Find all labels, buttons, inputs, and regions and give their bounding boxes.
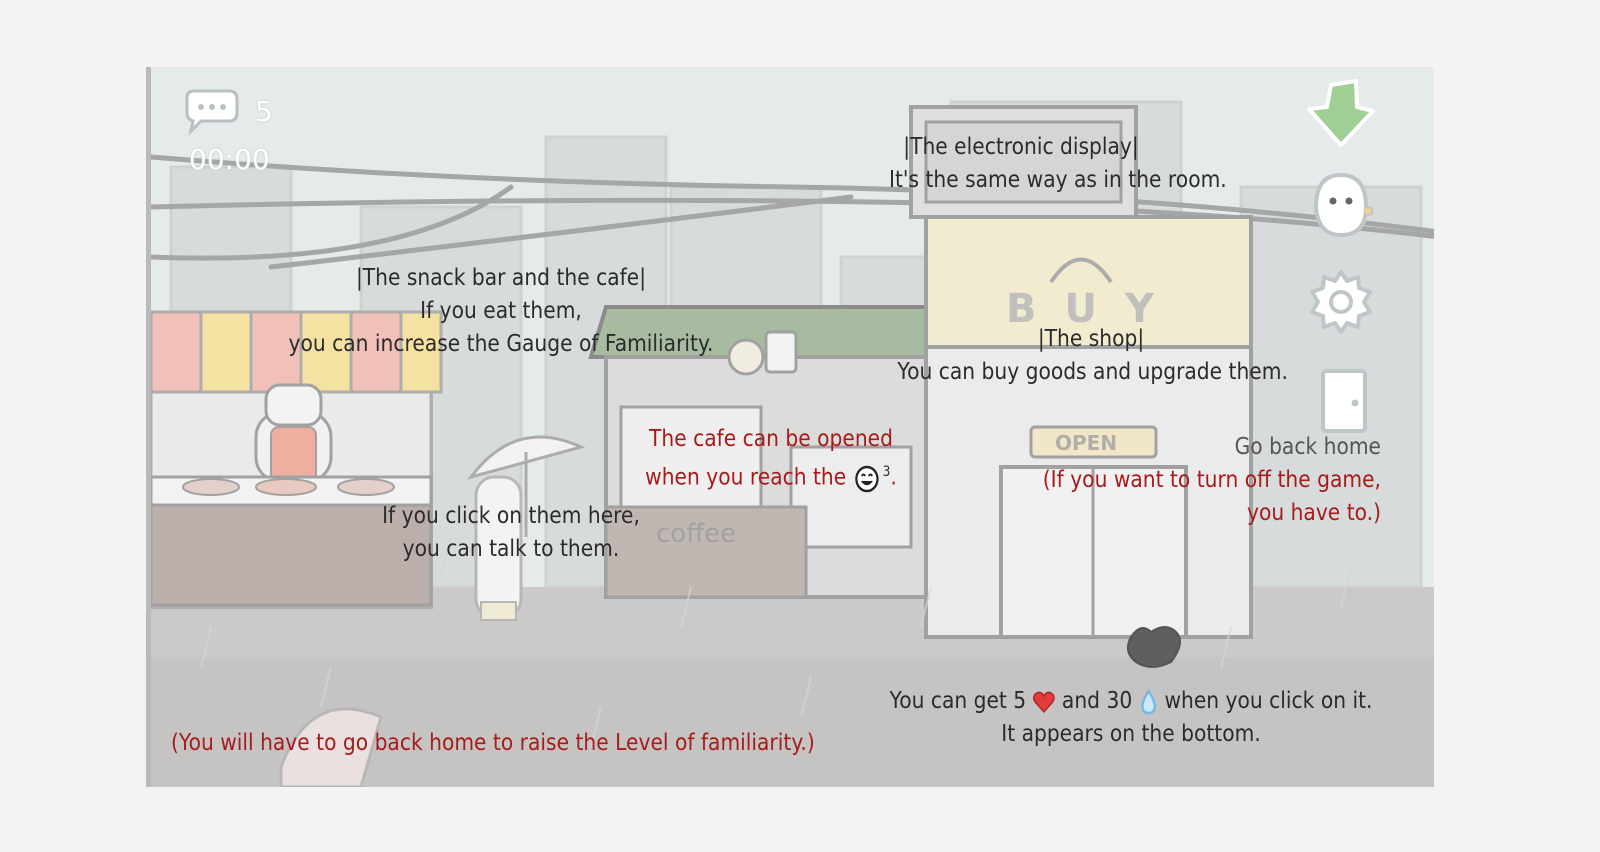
game-screen: coffee BUY OPEN 5 00:00 |The electronic …: [146, 67, 1434, 787]
tip-go-home-title: Go back home: [1234, 434, 1381, 460]
tip-electronic-display-line1: It's the same way as in the room.: [889, 167, 1227, 193]
tip-cafe: The cafe can be opened when you reach th…: [639, 423, 903, 495]
smiley-face-icon: [855, 465, 879, 493]
tip-talk-line2: you can talk to them.: [402, 536, 620, 562]
tip-cafe-line1: The cafe can be opened: [649, 426, 893, 452]
tip-go-home-line2: you have to.): [1246, 500, 1381, 526]
go-home-button[interactable]: [1319, 367, 1369, 437]
ghost-profile-icon: [1313, 172, 1374, 238]
settings-button[interactable]: [1306, 267, 1376, 337]
heart-icon: [1033, 691, 1055, 713]
tip-go-home: Go back home (If you want to turn off th…: [1029, 431, 1381, 530]
tip-snack-bar-title: |The snack bar and the cafe|: [355, 265, 647, 291]
tip-snack-bar: |The snack bar and the cafe| If you eat …: [272, 262, 730, 361]
tip-shop-title: |The shop|: [1037, 326, 1145, 352]
tip-trash-bag-middle: and 30: [1061, 688, 1133, 714]
tip-talk-line1: If you click on them here,: [382, 503, 640, 529]
tip-shop-line1: You can buy goods and upgrade them.: [897, 359, 1288, 385]
tip-trash-bag-line2: It appears on the bottom.: [1001, 721, 1261, 747]
tip-level-text: (You will have to go back home to raise …: [171, 730, 815, 756]
message-count: 5: [255, 95, 273, 128]
door-icon: [1321, 369, 1367, 433]
tip-level: (You will have to go back home to raise …: [171, 727, 840, 760]
tip-shop: |The shop| You can buy goods and upgrade…: [897, 323, 1288, 389]
tip-cafe-line2: when you reach the: [645, 464, 847, 491]
trash-bag[interactable]: [1123, 619, 1189, 675]
tip-electronic-display-title: |The electronic display|: [903, 134, 1139, 160]
water-drop-icon: [1141, 688, 1156, 714]
electronic-display-button[interactable]: [1301, 77, 1381, 152]
gear-icon: [1310, 270, 1372, 334]
tip-snack-bar-line1: If you eat them,: [420, 298, 582, 324]
tip-electronic-display: |The electronic display| It's the same w…: [889, 131, 1227, 197]
profile-button[interactable]: [1306, 167, 1376, 242]
speech-bubble-icon: [185, 89, 239, 136]
tip-cafe-superscript: 3: [882, 464, 891, 480]
tip-trash-bag-suffix: when you click on it.: [1164, 688, 1373, 714]
tip-talk: If you click on them here, you can talk …: [361, 500, 660, 566]
green-down-arrow-icon: [1307, 79, 1375, 147]
shop[interactable]: [926, 217, 1251, 637]
message-button[interactable]: [181, 87, 241, 137]
tip-go-home-line1: (If you want to turn off the game,: [1042, 467, 1381, 493]
trash-bag-icon: [1123, 619, 1189, 675]
timer: 00:00: [189, 143, 270, 176]
tip-trash-bag-prefix: You can get 5: [889, 688, 1027, 714]
tip-cafe-period: .: [890, 464, 897, 491]
tip-snack-bar-line2: you can increase the Gauge of Familiarit…: [288, 331, 714, 357]
tip-trash-bag: You can get 5 and 30 when you click on i…: [885, 685, 1378, 751]
